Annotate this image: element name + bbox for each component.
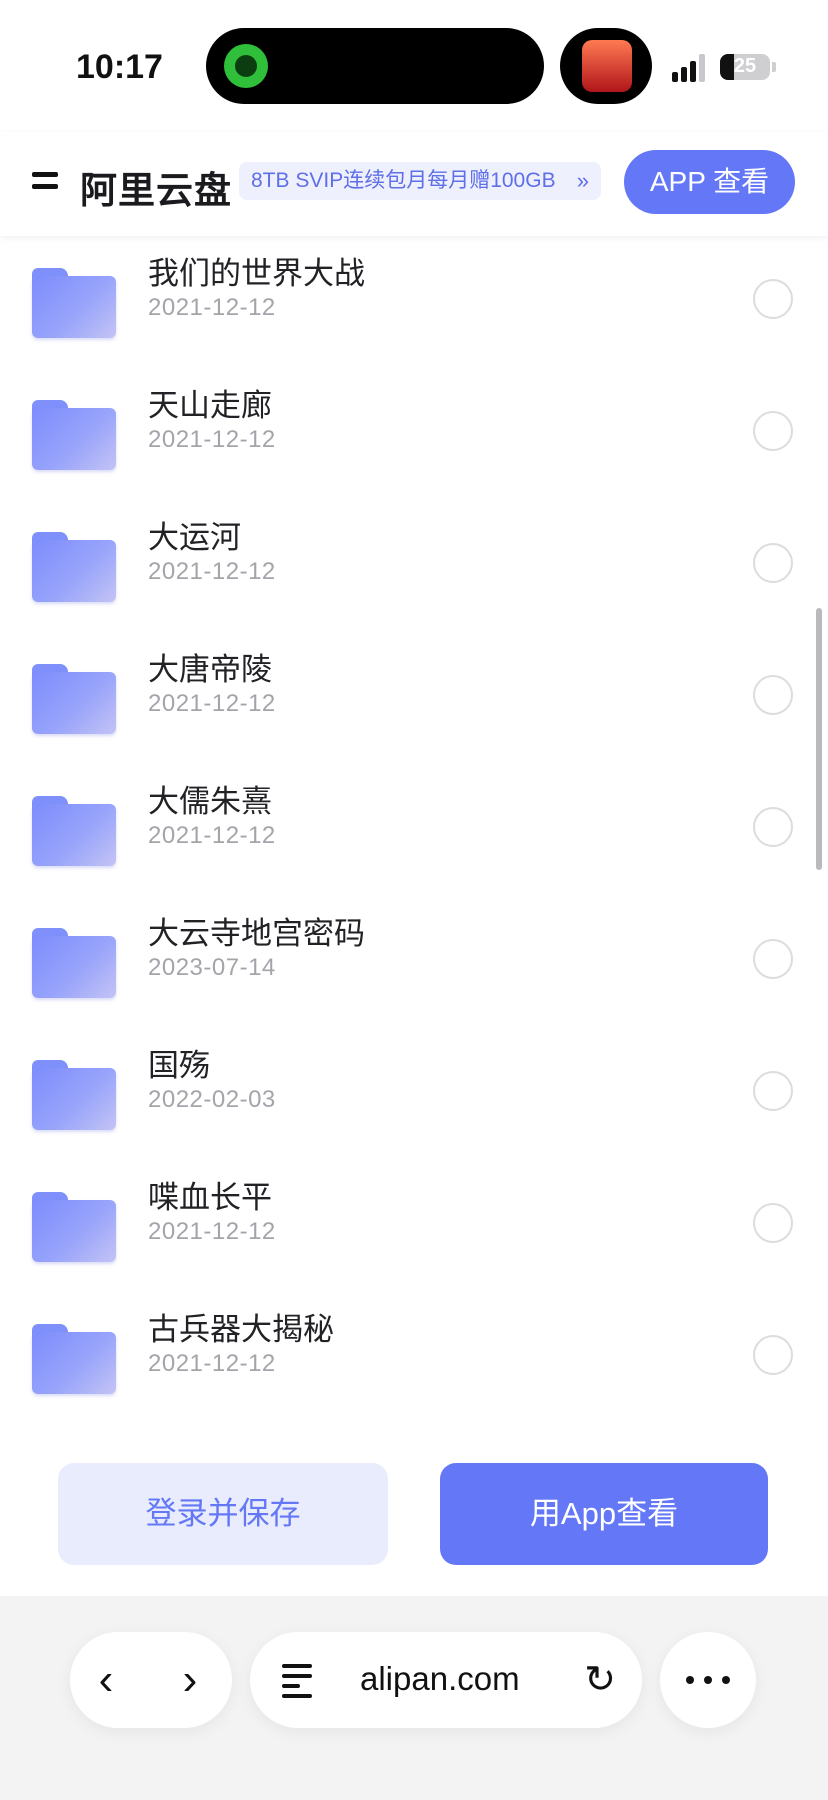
view-in-app-button[interactable]: 用App查看 [440, 1463, 768, 1565]
folder-icon [32, 664, 116, 734]
folder-icon [32, 1192, 116, 1262]
reload-icon[interactable]: ↻ [576, 1654, 624, 1706]
status-time: 10:17 [76, 48, 163, 86]
address-bar[interactable]: alipan.com ↻ [250, 1632, 642, 1728]
file-name: 天山走廊 [148, 388, 272, 423]
list-item[interactable]: 大云寺地宫密码 2023-07-14 [0, 896, 828, 1028]
folder-icon [32, 268, 116, 338]
folder-icon [32, 1060, 116, 1130]
list-item[interactable]: 大唐帝陵 2021-12-12 [0, 632, 828, 764]
list-item[interactable]: 古兵器大揭秘 2021-12-12 [0, 1292, 828, 1424]
folder-icon [32, 796, 116, 866]
dynamic-island [206, 28, 544, 104]
app-header: 阿里云盘 8TB SVIP连续包月每月赠100GB » APP 查看 [0, 132, 828, 236]
select-checkbox[interactable] [753, 1203, 793, 1243]
nav-buttons: ‹ › [70, 1632, 232, 1728]
list-item[interactable]: 喋血长平 2021-12-12 [0, 1160, 828, 1292]
file-date: 2021-12-12 [148, 822, 276, 849]
select-checkbox[interactable] [753, 279, 793, 319]
file-name: 喋血长平 [148, 1180, 272, 1215]
file-name: 国殇 [148, 1048, 210, 1083]
file-date: 2021-12-12 [148, 1218, 276, 1245]
folder-icon [32, 1324, 116, 1394]
list-item[interactable]: 大儒朱熹 2021-12-12 [0, 764, 828, 896]
folder-icon [32, 532, 116, 602]
more-dots-icon [686, 1676, 730, 1684]
status-bar: 10:17 25 [0, 0, 828, 130]
list-item[interactable]: 天山走廊 2021-12-12 [0, 368, 828, 500]
folder-icon [32, 400, 116, 470]
file-list: 我们的世界大战 2021-12-12 天山走廊 2021-12-12 大运河 2… [0, 236, 828, 1430]
battery-icon: 25 [720, 54, 770, 80]
select-checkbox[interactable] [753, 1335, 793, 1375]
file-date: 2021-12-12 [148, 558, 276, 585]
file-name: 我们的世界大战 [148, 256, 365, 291]
browser-toolbar: ‹ › alipan.com ↻ [0, 1596, 828, 1800]
app-thumbnail-icon [582, 40, 632, 92]
select-checkbox[interactable] [753, 411, 793, 451]
file-date: 2021-12-12 [148, 426, 276, 453]
menu-icon[interactable] [32, 170, 58, 192]
brand-title: 阿里云盘 [80, 170, 232, 211]
battery-level: 25 [733, 55, 757, 77]
list-item[interactable]: 国殇 2022-02-03 [0, 1028, 828, 1160]
bottom-action-bar: 登录并保存 用App查看 [0, 1430, 828, 1596]
list-item[interactable]: 大运河 2021-12-12 [0, 500, 828, 632]
dynamic-island-app [560, 28, 652, 104]
file-name: 古兵器大揭秘 [148, 1312, 334, 1347]
file-name: 大儒朱熹 [148, 784, 272, 819]
file-date: 2021-12-12 [148, 294, 276, 321]
file-name: 大运河 [148, 520, 241, 555]
file-date: 2022-02-03 [148, 1086, 276, 1113]
file-name: 大唐帝陵 [148, 652, 272, 687]
cellular-signal-icon [672, 54, 708, 82]
file-date: 2023-07-14 [148, 954, 276, 981]
url-text: alipan.com [360, 1660, 520, 1697]
folder-icon [32, 928, 116, 998]
scrollbar[interactable] [816, 608, 822, 870]
file-date: 2021-12-12 [148, 690, 276, 717]
select-checkbox[interactable] [753, 675, 793, 715]
promo-text: 8TB SVIP连续包月每月赠100GB [251, 169, 556, 192]
select-checkbox[interactable] [753, 1071, 793, 1111]
file-name: 大云寺地宫密码 [148, 916, 365, 951]
file-date: 2021-12-12 [148, 1350, 276, 1377]
double-chevron-right-icon: » [576, 168, 589, 193]
promo-banner[interactable]: 8TB SVIP连续包月每月赠100GB » [239, 162, 601, 200]
list-item[interactable]: 我们的世界大战 2021-12-12 [0, 236, 828, 368]
login-save-button[interactable]: 登录并保存 [58, 1463, 388, 1565]
select-checkbox[interactable] [753, 939, 793, 979]
tabs-icon[interactable] [282, 1662, 314, 1698]
forward-arrow-icon[interactable]: › [166, 1656, 214, 1704]
activity-indicator-icon [224, 44, 268, 88]
select-checkbox[interactable] [753, 807, 793, 847]
more-button[interactable] [660, 1632, 756, 1728]
back-arrow-icon[interactable]: ‹ [82, 1656, 130, 1704]
select-checkbox[interactable] [753, 543, 793, 583]
open-app-button[interactable]: APP 查看 [624, 150, 795, 214]
